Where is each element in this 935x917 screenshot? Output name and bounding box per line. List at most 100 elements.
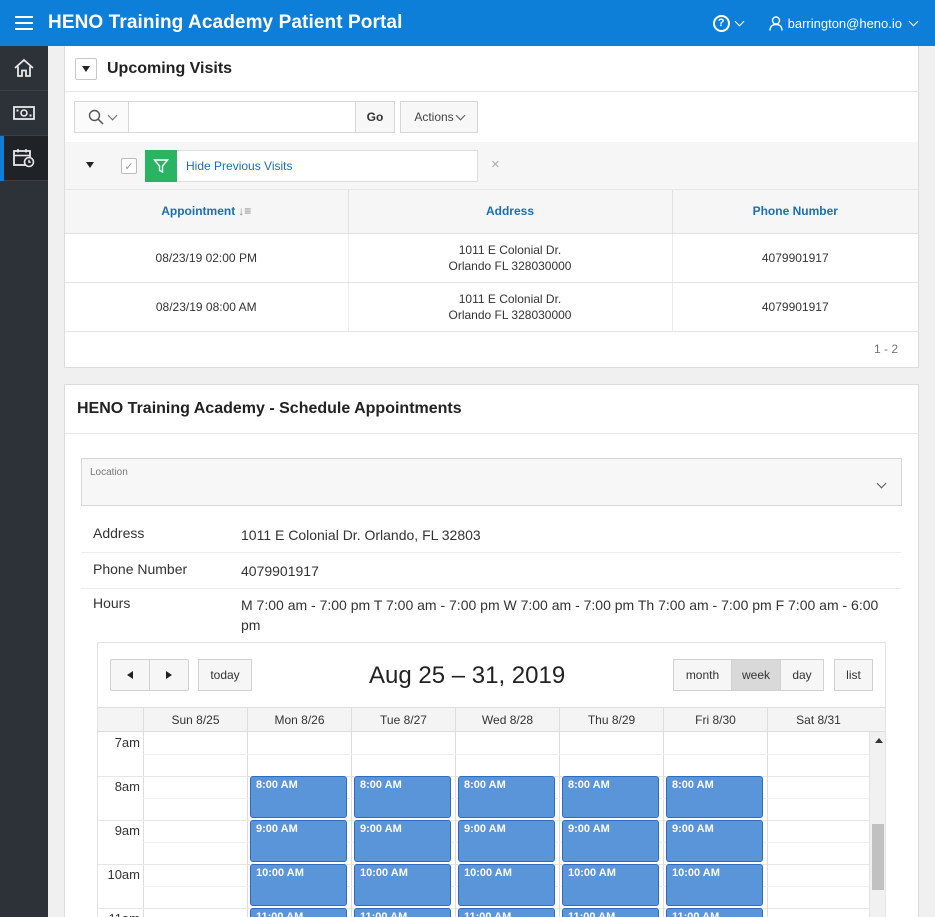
hours-label: Hours	[93, 595, 131, 611]
top-header: HENO Training Academy Patient Portal ? b…	[0, 0, 935, 46]
appointment-slot[interactable]: 8:00 AM	[666, 776, 763, 818]
filter-pill[interactable]: Hide Previous Visits	[145, 149, 478, 182]
location-select[interactable]: Location	[81, 458, 902, 506]
menu-toggle-button[interactable]	[0, 0, 48, 46]
hours-value: M 7:00 am - 7:00 pm T 7:00 am - 7:00 pm …	[241, 597, 879, 633]
day-column-divider	[559, 732, 560, 917]
sidebar-item-schedule[interactable]	[0, 136, 48, 181]
user-menu-button[interactable]: barrington@heno.io	[768, 15, 919, 31]
user-name: barrington@heno.io	[787, 15, 902, 31]
column-header-appointment[interactable]: Appointment ↓≡	[65, 190, 349, 234]
address-value: 1011 E Colonial Dr. Orlando, FL 32803	[241, 527, 481, 543]
help-icon: ?	[712, 14, 730, 32]
chevron-down-icon	[734, 16, 745, 26]
day-column-divider	[455, 732, 456, 917]
column-header-address[interactable]: Address	[348, 190, 673, 234]
filter-icon	[145, 149, 177, 182]
appointment-slot[interactable]: 11:00 AM	[354, 908, 451, 917]
cell-appointment: 08/23/19 08:00 AM	[65, 282, 349, 332]
collapse-region-button[interactable]	[75, 57, 97, 80]
hour-label: 7am	[114, 735, 140, 750]
search-input[interactable]	[129, 101, 356, 133]
phone-value: 4079901917	[241, 563, 319, 579]
hour-label: 9am	[114, 823, 140, 838]
hour-label: 8am	[114, 779, 140, 794]
user-icon	[768, 15, 783, 31]
appointment-slot[interactable]: 9:00 AM	[354, 820, 451, 862]
phone-label: Phone Number	[93, 561, 188, 577]
today-button[interactable]: today	[198, 659, 252, 691]
appointment-slot[interactable]: 9:00 AM	[458, 820, 555, 862]
calendar-clock-icon	[13, 149, 35, 168]
view-list-button[interactable]: list	[834, 659, 873, 691]
appointment-slot[interactable]: 8:00 AM	[354, 776, 451, 818]
filter-enable-checkbox[interactable]: ✓	[121, 158, 137, 174]
cell-appointment: 08/23/19 02:00 PM	[65, 233, 349, 283]
appointment-slot[interactable]: 11:00 AM	[562, 908, 659, 917]
location-label: Location	[90, 467, 128, 478]
scroll-up-icon[interactable]	[875, 738, 883, 743]
next-week-button[interactable]	[149, 659, 189, 691]
chevron-down-icon	[875, 475, 887, 490]
day-column-divider	[143, 732, 144, 917]
day-column-divider	[351, 732, 352, 917]
app-title: HENO Training Academy Patient Portal	[48, 12, 403, 33]
day-header: Fri 8/30	[663, 708, 767, 732]
help-menu-button[interactable]: ?	[712, 14, 745, 32]
go-button[interactable]: Go	[356, 101, 395, 133]
appointment-slot[interactable]: 10:00 AM	[250, 864, 347, 906]
cell-phone: 4079901917	[672, 233, 918, 283]
appointment-slot[interactable]: 8:00 AM	[250, 776, 347, 818]
triangle-left-icon	[127, 671, 133, 679]
view-week-button[interactable]: week	[731, 659, 781, 691]
triangle-down-icon	[82, 65, 90, 72]
appointment-slot[interactable]: 10:00 AM	[562, 864, 659, 906]
filter-row: ✓ Hide Previous Visits ×	[65, 142, 918, 190]
cell-phone: 4079901917	[672, 282, 918, 332]
address-row: Address 1011 E Colonial Dr. Orlando, FL …	[81, 517, 901, 553]
filter-label: Hide Previous Visits	[186, 159, 293, 173]
sidebar-item-home[interactable]	[0, 46, 48, 91]
calendar-time-grid: 7am8am9am10am11am8:00 AM9:00 AM10:00 AM1…	[98, 732, 885, 917]
remove-filter-icon[interactable]: ×	[491, 156, 500, 173]
appointment-slot[interactable]: 11:00 AM	[666, 908, 763, 917]
main-content: Upcoming Visits Go Actions ✓ Hide Previo…	[48, 46, 935, 917]
chevron-down-icon	[455, 110, 466, 120]
actions-menu-button[interactable]: Actions	[400, 101, 478, 133]
triangle-right-icon	[166, 671, 172, 679]
prev-week-button[interactable]	[110, 659, 150, 691]
calendar-scrollbar[interactable]	[869, 732, 885, 917]
appointment-slot[interactable]: 9:00 AM	[250, 820, 347, 862]
appointment-slot[interactable]: 11:00 AM	[458, 908, 555, 917]
chevron-down-icon	[107, 110, 117, 120]
sort-descending-icon: ↓≡	[238, 204, 252, 219]
view-month-button[interactable]: month	[673, 659, 732, 691]
appointment-slot[interactable]: 10:00 AM	[354, 864, 451, 906]
day-header: Tue 8/27	[351, 708, 455, 732]
day-column-divider	[663, 732, 664, 917]
appointment-slot[interactable]: 8:00 AM	[458, 776, 555, 818]
upcoming-visits-region: Upcoming Visits Go Actions ✓ Hide Previo…	[64, 46, 919, 368]
appointment-slot[interactable]: 10:00 AM	[458, 864, 555, 906]
appointment-slot[interactable]: 10:00 AM	[666, 864, 763, 906]
day-header: Thu 8/29	[559, 708, 663, 732]
toggle-filters-icon[interactable]	[86, 162, 94, 168]
view-day-button[interactable]: day	[780, 659, 824, 691]
appointment-slot[interactable]: 8:00 AM	[562, 776, 659, 818]
column-header-phone[interactable]: Phone Number	[672, 190, 918, 234]
sidebar-nav	[0, 46, 48, 917]
appointment-slot[interactable]: 11:00 AM	[250, 908, 347, 917]
appointment-slot[interactable]: 9:00 AM	[562, 820, 659, 862]
search-column-select[interactable]	[74, 101, 129, 133]
phone-row: Phone Number 4079901917	[81, 553, 901, 589]
search-bar: Go Actions	[74, 101, 478, 133]
hour-label: 10am	[107, 867, 140, 882]
schedule-appointments-region: HENO Training Academy - Schedule Appoint…	[64, 384, 919, 917]
scrollbar-thumb[interactable]	[872, 824, 884, 890]
search-icon	[88, 109, 104, 125]
money-icon	[13, 106, 35, 120]
day-header: Wed 8/28	[455, 708, 559, 732]
hamburger-icon	[15, 16, 33, 30]
appointment-slot[interactable]: 9:00 AM	[666, 820, 763, 862]
sidebar-item-billing[interactable]	[0, 91, 48, 136]
